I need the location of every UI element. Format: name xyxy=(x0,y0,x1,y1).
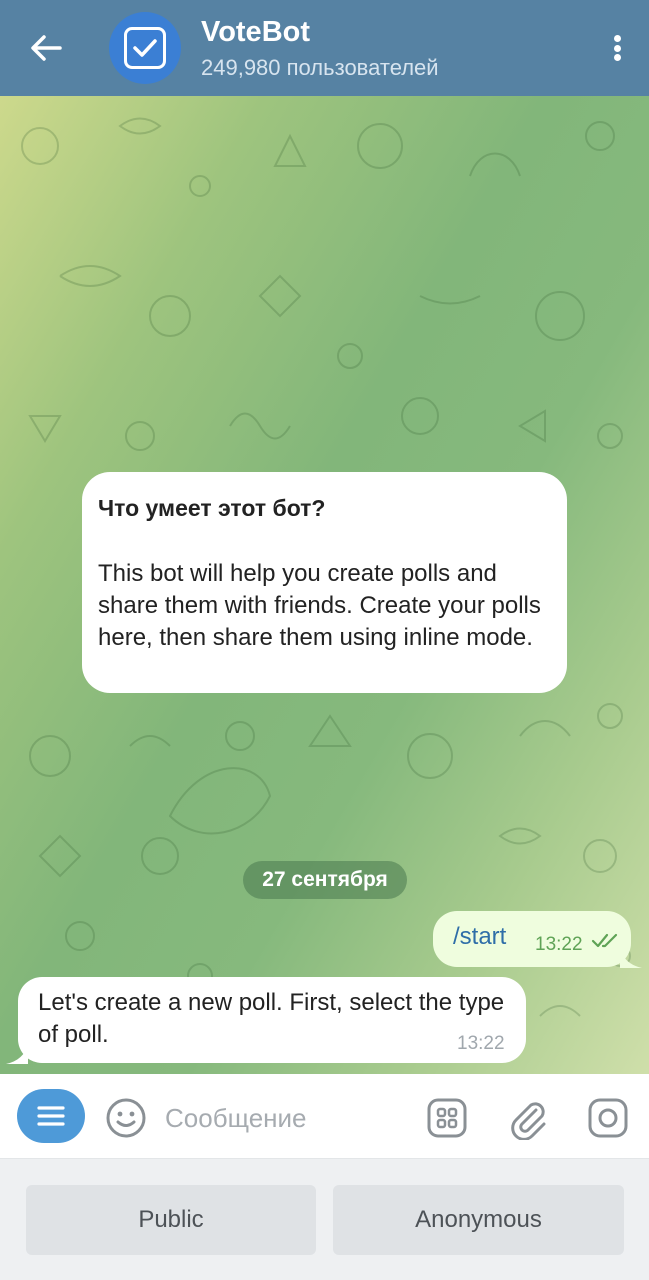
message-time: 13:22 xyxy=(457,1033,505,1054)
keyboard-button-public[interactable]: Public xyxy=(26,1185,316,1255)
camera-icon[interactable] xyxy=(586,1096,630,1140)
bot-info-text: This bot will help you create polls and … xyxy=(98,560,541,651)
chat-area: Что умеет этот бот? This bot will help y… xyxy=(0,96,649,1074)
bot-info-card: Что умеет этот бот? This bot will help y… xyxy=(82,472,567,693)
chat-subtitle: 249,980 пользователей xyxy=(201,55,439,80)
message-input[interactable] xyxy=(165,1096,410,1140)
keyboard-button-anonymous[interactable]: Anonymous xyxy=(333,1185,624,1255)
bot-menu-button[interactable] xyxy=(17,1089,85,1143)
checkbox-icon xyxy=(124,27,166,69)
message-text: Let's create a new poll. First, select t… xyxy=(38,989,505,1048)
message-time: 13:22 xyxy=(535,934,583,955)
chat-header: VoteBot 249,980 пользователей xyxy=(0,0,649,96)
back-arrow-icon xyxy=(31,35,62,61)
avatar[interactable] xyxy=(109,12,181,84)
incoming-message[interactable]: Let's create a new poll. First, select t… xyxy=(18,977,526,1063)
paperclip-icon[interactable] xyxy=(506,1096,550,1140)
emoji-icon[interactable] xyxy=(104,1096,148,1140)
back-button[interactable] xyxy=(22,26,70,70)
message-text[interactable]: /start xyxy=(453,923,506,951)
bot-menu-icon xyxy=(37,1106,65,1126)
bot-reply-keyboard: Public Anonymous xyxy=(0,1158,649,1280)
outgoing-message[interactable]: /start 13:22 xyxy=(433,911,631,967)
double-check-icon xyxy=(591,933,618,948)
date-separator: 27 сентября xyxy=(243,861,407,899)
more-vertical-icon[interactable] xyxy=(605,30,629,66)
chat-title[interactable]: VoteBot xyxy=(201,16,310,49)
message-input-bar xyxy=(0,1074,649,1158)
bot-info-title: Что умеет этот бот? xyxy=(98,495,326,521)
keyboard-grid-icon[interactable] xyxy=(425,1096,469,1140)
